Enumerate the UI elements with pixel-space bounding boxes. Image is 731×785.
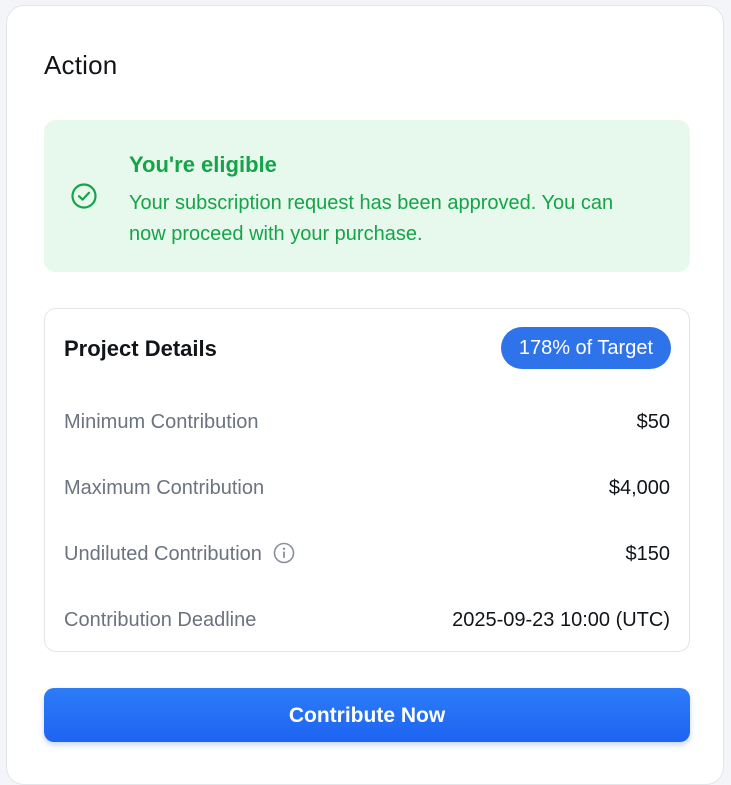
detail-label: Contribution Deadline bbox=[64, 609, 257, 631]
info-icon[interactable] bbox=[273, 542, 295, 564]
detail-value: $4,000 bbox=[608, 477, 670, 499]
detail-label: Minimum Contribution bbox=[64, 411, 259, 433]
eligibility-message: Your subscription request has been appro… bbox=[129, 192, 614, 245]
detail-row-minimum: Minimum Contribution $50 bbox=[64, 407, 670, 437]
target-badge: 178% of Target bbox=[500, 327, 671, 369]
contribute-now-button[interactable]: Contribute Now bbox=[44, 688, 690, 742]
detail-label: Undiluted Contribution bbox=[64, 543, 262, 565]
detail-value: $50 bbox=[636, 411, 670, 433]
section-title: Action bbox=[44, 50, 118, 80]
detail-label-wrap: Undiluted Contribution bbox=[64, 539, 295, 569]
action-card: Action You're eligible Your subscription… bbox=[6, 5, 724, 785]
detail-row-undiluted: Undiluted Contribution $150 bbox=[64, 539, 670, 569]
detail-value: 2025-09-23 10:00 (UTC) bbox=[452, 609, 670, 631]
eligibility-banner: You're eligible Your subscription reques… bbox=[44, 120, 690, 272]
project-details-panel: Project Details 178% of Target Minimum C… bbox=[44, 308, 690, 652]
eligibility-title: You're eligible bbox=[129, 152, 277, 177]
detail-value: $150 bbox=[625, 543, 671, 565]
detail-row-maximum: Maximum Contribution $4,000 bbox=[64, 473, 670, 503]
detail-label: Maximum Contribution bbox=[64, 477, 265, 499]
check-circle-icon bbox=[71, 183, 97, 209]
project-details-title: Project Details bbox=[64, 336, 217, 361]
detail-row-deadline: Contribution Deadline 2025-09-23 10:00 (… bbox=[64, 605, 670, 635]
